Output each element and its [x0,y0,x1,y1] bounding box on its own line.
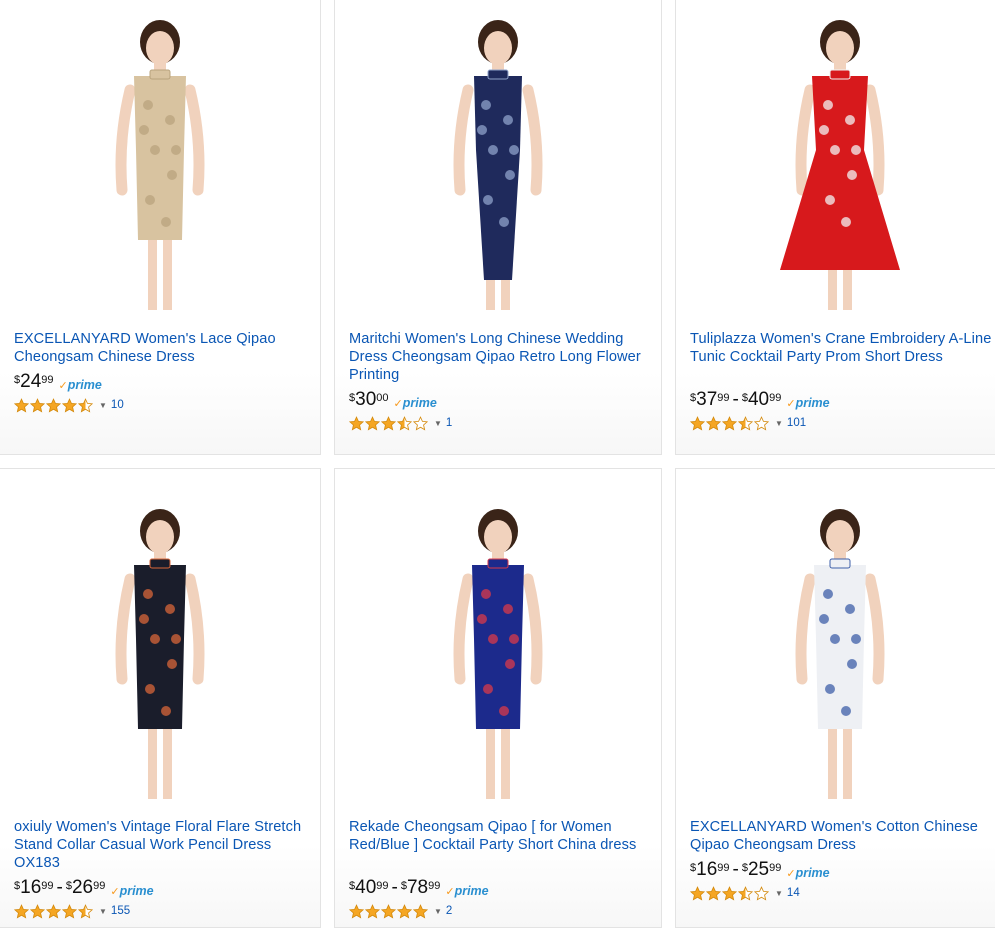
price: $16 99- $26 99 ✓ prime [14,878,154,900]
review-count-link[interactable]: 2 [446,905,452,917]
prime-label: prime [454,884,489,898]
star-rating-icon[interactable] [14,397,94,413]
rating[interactable]: ▼ 101 [690,415,806,431]
price: $16 99- $25 99 ✓ prime [690,860,830,882]
price-fraction: 00 [376,392,389,404]
star-rating-icon[interactable] [14,903,94,919]
review-count-link[interactable]: 101 [787,417,806,429]
rating[interactable]: ▼ 2 [349,903,452,919]
prime-badge: ✓ prime [445,884,489,898]
price-whole: 26 [71,877,94,898]
prime-label: prime [795,396,830,410]
price: $24 99 ✓ prime [14,372,102,394]
rating-dropdown-icon[interactable]: ▼ [775,419,783,428]
product-image[interactable] [335,7,661,315]
price: $30 00 ✓ prime [349,390,437,412]
price-fraction: 99 [428,880,441,892]
price-whole: 24 [20,371,42,392]
product-title-link[interactable]: Rekade Cheongsam Qipao [ for Women Red/B… [349,818,651,854]
price-whole: 16 [20,877,42,898]
prime-check-icon: ✓ [445,886,455,898]
price-range-dash: - [732,859,739,880]
price-fraction: 99 [376,880,389,892]
product-card[interactable]: oxiuly Women's Vintage Floral Flare Stre… [0,468,321,928]
price-fraction: 99 [41,880,54,892]
price-whole: 78 [406,877,429,898]
star-rating-icon[interactable] [690,885,770,901]
prime-check-icon: ✓ [110,886,120,898]
product-title-link[interactable]: oxiuly Women's Vintage Floral Flare Stre… [14,818,310,872]
prime-label: prime [795,866,830,880]
prime-label: prime [67,378,102,392]
price: $40 99- $78 99 ✓ prime [349,878,489,900]
prime-badge: ✓ prime [58,378,102,392]
price-range-dash: - [732,389,739,410]
price-fraction: 99 [717,862,730,874]
rating[interactable]: ▼ 1 [349,415,452,431]
prime-badge: ✓ prime [786,396,830,410]
product-title-link[interactable]: EXCELLANYARD Women's Cotton Chinese Qipa… [690,818,994,854]
star-rating-icon[interactable] [690,415,770,431]
product-image[interactable] [0,7,320,315]
rating[interactable]: ▼ 14 [690,885,800,901]
price-whole: 40 [747,389,770,410]
rating[interactable]: ▼ 10 [14,397,124,413]
review-count-link[interactable]: 10 [111,399,124,411]
rating[interactable]: ▼ 155 [14,903,130,919]
price-whole: 25 [747,859,770,880]
price-fraction: 99 [769,862,782,874]
product-title-link[interactable]: Maritchi Women's Long Chinese Wedding Dr… [349,330,651,384]
prime-badge: ✓ prime [393,396,437,410]
price-fraction: 99 [769,392,782,404]
star-rating-icon[interactable] [349,903,429,919]
prime-label: prime [119,884,154,898]
product-card[interactable]: EXCELLANYARD Women's Lace Qipao Cheongsa… [0,0,321,455]
prime-check-icon: ✓ [786,398,796,410]
rating-dropdown-icon[interactable]: ▼ [434,419,442,428]
rating-dropdown-icon[interactable]: ▼ [434,907,442,916]
prime-badge: ✓ prime [786,866,830,880]
product-image[interactable] [676,7,995,315]
price-fraction: 99 [93,880,106,892]
rating-dropdown-icon[interactable]: ▼ [775,889,783,898]
price: $37 99- $40 99 ✓ prime [690,390,830,412]
price-fraction: 99 [717,392,730,404]
prime-check-icon: ✓ [393,398,403,410]
product-card[interactable]: Rekade Cheongsam Qipao [ for Women Red/B… [334,468,662,928]
review-count-link[interactable]: 1 [446,417,452,429]
prime-badge: ✓ prime [110,884,154,898]
star-rating-icon[interactable] [349,415,429,431]
review-count-link[interactable]: 155 [111,905,130,917]
product-card[interactable]: Maritchi Women's Long Chinese Wedding Dr… [334,0,662,455]
product-image[interactable] [0,496,320,804]
price-range-dash: - [391,877,398,898]
product-title-link[interactable]: EXCELLANYARD Women's Lace Qipao Cheongsa… [14,330,310,366]
prime-check-icon: ✓ [58,380,68,392]
rating-dropdown-icon[interactable]: ▼ [99,401,107,410]
price-fraction: 99 [41,374,54,386]
product-image[interactable] [676,496,995,804]
product-card[interactable]: EXCELLANYARD Women's Cotton Chinese Qipa… [675,468,995,928]
price-range-dash: - [56,877,63,898]
price-whole: 40 [355,877,377,898]
product-image[interactable] [335,496,661,804]
prime-label: prime [402,396,437,410]
product-grid: EXCELLANYARD Women's Lace Qipao Cheongsa… [0,0,995,928]
rating-dropdown-icon[interactable]: ▼ [99,907,107,916]
product-title-link[interactable]: Tuliplazza Women's Crane Embroidery A-Li… [690,330,994,366]
price-whole: 37 [696,389,718,410]
price-whole: 30 [355,389,377,410]
product-card[interactable]: Tuliplazza Women's Crane Embroidery A-Li… [675,0,995,455]
prime-check-icon: ✓ [786,868,796,880]
price-whole: 16 [696,859,718,880]
review-count-link[interactable]: 14 [787,887,800,899]
